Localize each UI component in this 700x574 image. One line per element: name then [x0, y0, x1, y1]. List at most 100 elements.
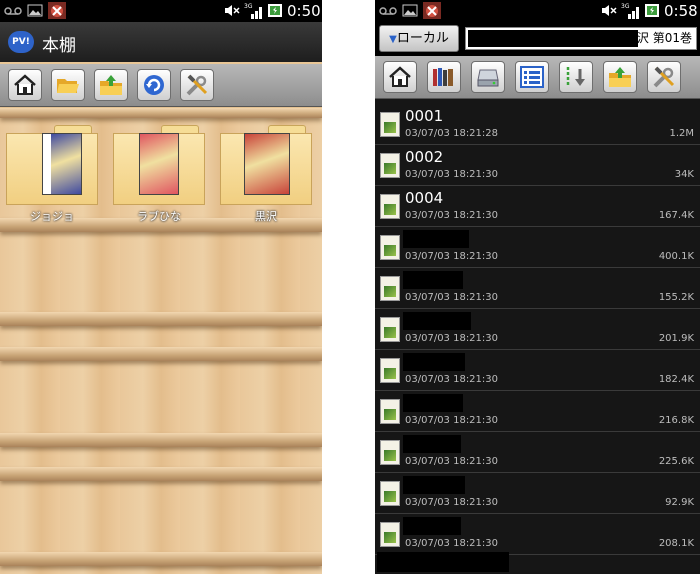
voicemail-icon [379, 7, 397, 15]
file-date: 03/07/03 18:21:30 [405, 374, 499, 385]
app-notification-icon [48, 2, 66, 19]
app-notification-icon [423, 2, 441, 19]
book-title: ラブひな [137, 210, 181, 223]
book-cover [42, 133, 82, 195]
storage-button[interactable] [471, 61, 505, 93]
shelf-plank [0, 467, 322, 481]
refresh-icon [144, 75, 164, 95]
bookshelf-screen: 3G 0:50 PV! 本棚 ジョジョ ラブひな 黒沢 [0, 0, 322, 574]
cover-art [51, 134, 81, 194]
file-name: 0001 [405, 107, 444, 125]
path-field[interactable]: 沢 第01巻 [465, 27, 697, 50]
title-bar: PV! 本棚 [0, 22, 322, 62]
parent-folder-button[interactable] [603, 61, 637, 93]
redacted-path [468, 30, 638, 47]
gallery-icon [402, 4, 418, 17]
folder-up-icon [609, 67, 631, 87]
file-date: 03/07/03 18:21:30 [405, 333, 499, 344]
drive-icon [477, 69, 499, 87]
parent-folder-button[interactable] [94, 69, 128, 101]
settings-tools-icon [186, 74, 208, 96]
sort-button[interactable] [559, 61, 593, 93]
status-bar: 3G 0:58 [375, 0, 700, 22]
local-storage-button[interactable]: ▼ローカル [379, 25, 459, 52]
settings-button[interactable] [647, 61, 681, 93]
image-file-icon [380, 194, 400, 219]
image-file-icon [380, 235, 400, 260]
file-date: 03/07/03 18:21:30 [405, 415, 499, 426]
redacted-file-name [403, 353, 465, 371]
refresh-button[interactable] [137, 69, 171, 101]
redacted-file-name [403, 517, 461, 535]
settings-button[interactable] [180, 69, 214, 101]
file-row[interactable]: 0001 03/07/03 18:21:28 1.2M [375, 104, 700, 145]
file-date: 03/07/03 18:21:30 [405, 292, 499, 303]
book-folder[interactable] [6, 125, 98, 205]
local-button-label: ローカル [396, 31, 449, 46]
file-size: 208.1K [658, 538, 694, 549]
image-file-icon [380, 399, 400, 424]
image-file-icon [380, 358, 400, 383]
settings-tools-icon [653, 66, 675, 88]
file-row[interactable]: 03/07/03 18:21:30 92.9K [375, 473, 700, 514]
file-size: 92.9K [665, 497, 694, 508]
file-row[interactable]: 0002 03/07/03 18:21:30 34K [375, 145, 700, 186]
redacted-file-name [403, 476, 465, 494]
shelf-plank [0, 433, 322, 447]
file-size: 1.2M [669, 128, 694, 139]
open-folder-button[interactable] [51, 69, 85, 101]
home-button[interactable] [8, 69, 42, 101]
file-date: 03/07/03 18:21:30 [405, 456, 499, 467]
svg-text:3G: 3G [621, 3, 630, 10]
clock: 0:50 [287, 2, 321, 20]
redacted-file-name [403, 230, 469, 248]
redacted-file-name [403, 435, 461, 453]
image-file-icon [380, 440, 400, 465]
shelf-plank [0, 312, 322, 326]
redacted-file-name [403, 312, 471, 330]
signal-icon: 3G [244, 3, 262, 19]
image-file-icon [380, 481, 400, 506]
file-browser-screen: 3G 0:58 ▼ローカル 沢 第01巻 0001 03/07/03 18:21… [375, 0, 700, 574]
file-row[interactable]: 0004 03/07/03 18:21:30 167.4K [375, 186, 700, 227]
image-file-icon [380, 153, 400, 178]
battery-icon [268, 4, 282, 17]
book-cover [139, 133, 179, 195]
list-view-button[interactable] [515, 61, 549, 93]
bookshelf-button[interactable] [427, 61, 461, 93]
folder-open-icon [57, 79, 79, 93]
battery-icon [645, 4, 659, 17]
page-title: 本棚 [42, 36, 76, 56]
file-row[interactable]: 03/07/03 18:21:30 400.1K [375, 227, 700, 268]
book-folder[interactable] [220, 125, 312, 205]
image-file-icon [380, 112, 400, 137]
image-file-icon [380, 276, 400, 301]
file-row[interactable]: 03/07/03 18:21:30 216.8K [375, 391, 700, 432]
folder-up-icon [100, 75, 122, 95]
app-logo-icon: PV! [8, 31, 34, 53]
toolbar [0, 64, 322, 107]
signal-icon: 3G [621, 3, 639, 19]
file-row[interactable]: 03/07/03 18:21:30 201.9K [375, 309, 700, 350]
file-date: 03/07/03 18:21:30 [405, 538, 499, 549]
download-icon [566, 67, 585, 87]
file-row[interactable]: 03/07/03 18:21:30 182.4K [375, 350, 700, 391]
file-row[interactable]: 03/07/03 18:21:30 225.6K [375, 432, 700, 473]
cover-art [140, 134, 178, 194]
file-date: 03/07/03 18:21:30 [405, 210, 499, 221]
book-folder[interactable] [113, 125, 205, 205]
file-row[interactable]: 03/07/03 18:21:30 155.2K [375, 268, 700, 309]
file-date: 03/07/03 18:21:30 [405, 169, 499, 180]
list-icon [520, 66, 544, 88]
file-size: 182.4K [658, 374, 694, 385]
toolbar [375, 56, 700, 99]
location-bar: ▼ローカル 沢 第01巻 [375, 22, 700, 56]
file-size: 167.4K [658, 210, 694, 221]
image-file-icon [380, 522, 400, 547]
file-name: 0004 [405, 189, 444, 207]
home-button[interactable] [383, 61, 417, 93]
file-row[interactable]: 03/07/03 18:21:30 208.1K [375, 514, 700, 555]
shelf-plank [0, 552, 322, 566]
file-size: 34K [674, 169, 694, 180]
redacted-file-name [403, 271, 463, 289]
